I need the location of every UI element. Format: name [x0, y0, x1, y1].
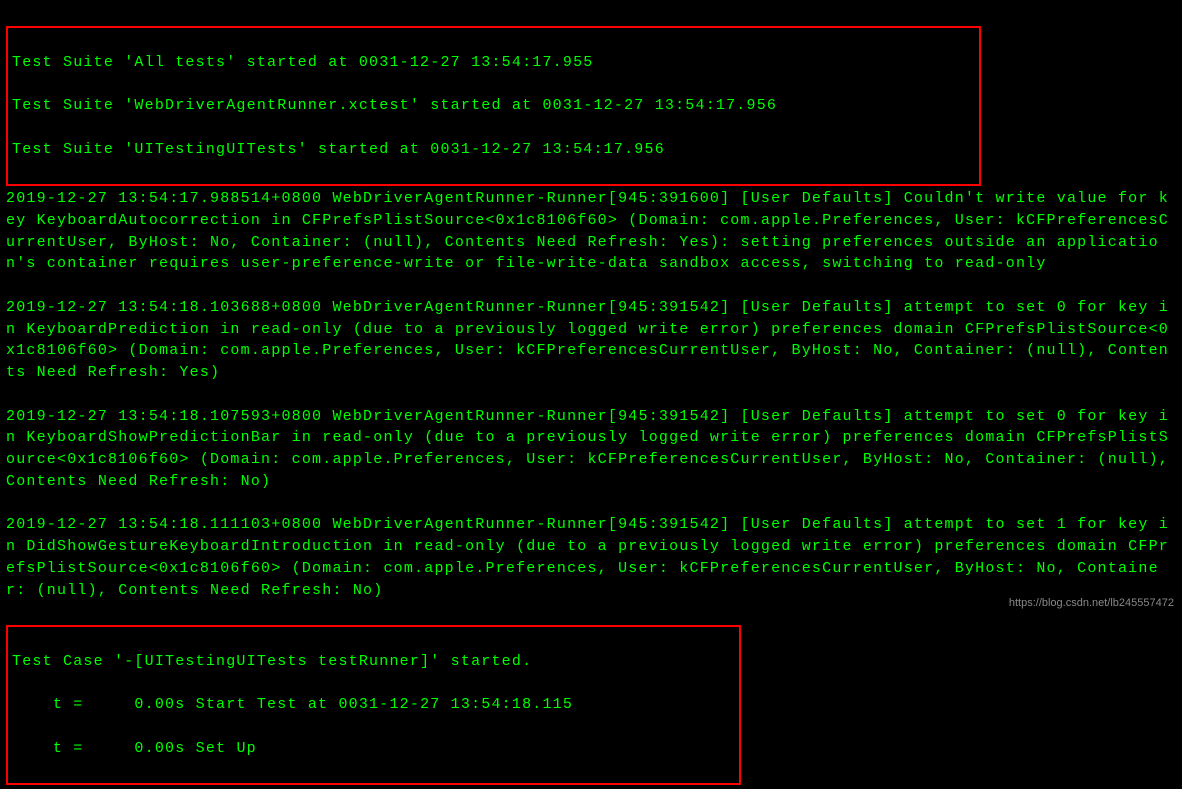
- log-line: t = 0.00s Start Test at 0031-12-27 13:54…: [12, 694, 735, 716]
- watermark-text: https://blog.csdn.net/lb245557472: [1009, 596, 1174, 612]
- log-line: Test Case '-[UITestingUITests testRunner…: [12, 651, 735, 673]
- log-line: 2019-12-27 13:54:18.103688+0800 WebDrive…: [6, 297, 1176, 384]
- log-line: t = 0.00s Set Up: [12, 738, 735, 760]
- log-line: Test Suite 'UITestingUITests' started at…: [12, 139, 975, 161]
- log-line: 2019-12-27 13:54:17.988514+0800 WebDrive…: [6, 188, 1176, 275]
- log-line: Test Suite 'All tests' started at 0031-1…: [12, 52, 975, 74]
- highlight-box-top: Test Suite 'All tests' started at 0031-1…: [6, 26, 981, 186]
- log-line: Test Suite 'WebDriverAgentRunner.xctest'…: [12, 95, 975, 117]
- highlight-box-bottom: Test Case '-[UITestingUITests testRunner…: [6, 625, 741, 785]
- log-line: 2019-12-27 13:54:18.111103+0800 WebDrive…: [6, 514, 1176, 601]
- terminal-output: Test Suite 'All tests' started at 0031-1…: [0, 0, 1182, 789]
- log-line: 2019-12-27 13:54:18.107593+0800 WebDrive…: [6, 406, 1176, 493]
